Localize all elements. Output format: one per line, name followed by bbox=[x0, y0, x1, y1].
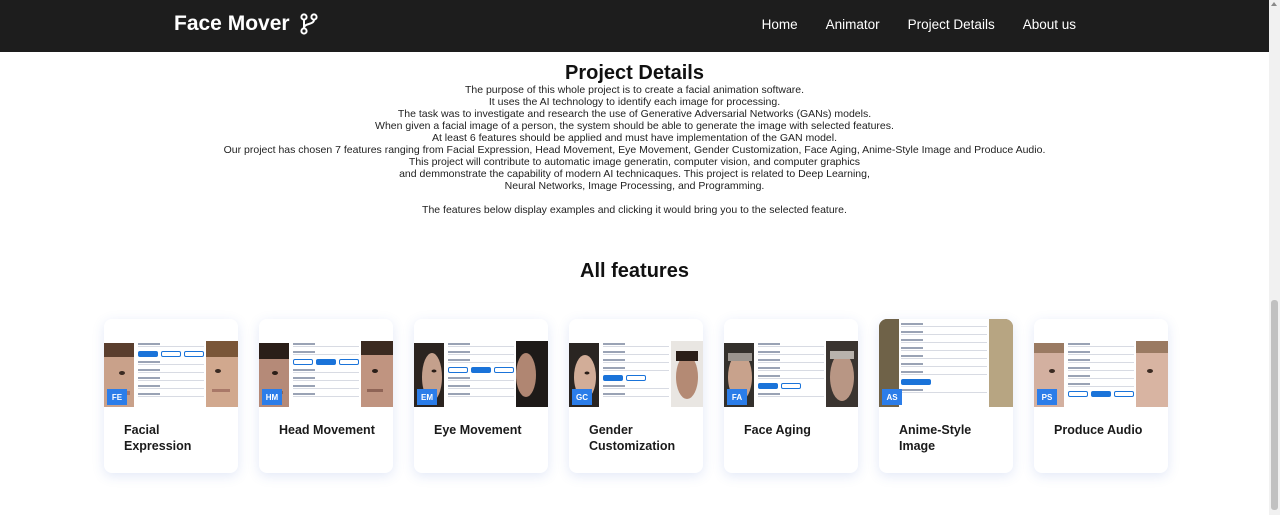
feature-card-produce-audio[interactable]: PS Produce Audio bbox=[1034, 319, 1168, 473]
feature-thumbnail: AS bbox=[879, 319, 1013, 407]
feature-card-anime-style-image[interactable]: AS Anime-Style Image bbox=[879, 319, 1013, 473]
feature-card-head-movement[interactable]: HM Head Movement bbox=[259, 319, 393, 473]
description-line: At least 6 features should be applied an… bbox=[431, 132, 838, 144]
description-line: This project will contribute to automati… bbox=[408, 156, 861, 168]
feature-card-label: Produce Audio bbox=[1054, 423, 1143, 437]
ui-settings-panel bbox=[136, 339, 206, 407]
description-line: The task was to investigate and research… bbox=[397, 108, 872, 120]
all-features-title: All features bbox=[580, 260, 689, 282]
feature-thumbnail: FA bbox=[724, 319, 858, 407]
vertical-scrollbar[interactable] bbox=[1269, 0, 1280, 515]
feature-thumbnail: GC bbox=[569, 319, 703, 407]
ui-settings-panel bbox=[756, 339, 826, 407]
face-photo-right bbox=[826, 341, 858, 407]
face-photo-right bbox=[671, 341, 703, 407]
feature-card-label: Facial Expression bbox=[124, 423, 192, 453]
ui-settings-panel bbox=[899, 319, 989, 407]
nav-link-project-details[interactable]: Project Details bbox=[908, 17, 995, 32]
feature-card-label: Gender Customization bbox=[589, 423, 676, 453]
description-line: Neural Networks, Image Processing, and P… bbox=[504, 180, 765, 192]
description-line: Our project has chosen 7 features rangin… bbox=[223, 144, 1046, 156]
feature-card-label: Head Movement bbox=[279, 423, 375, 437]
description-line: When given a facial image of a person, t… bbox=[375, 120, 894, 132]
face-photo-right bbox=[1136, 341, 1168, 407]
feature-badge: GC bbox=[572, 389, 592, 405]
ui-settings-panel bbox=[446, 339, 516, 407]
features-note: The features below display examples and … bbox=[422, 204, 847, 216]
scroll-up-arrow-icon[interactable] bbox=[1271, 2, 1277, 6]
feature-thumbnail: FE bbox=[104, 319, 238, 407]
feature-badge: EM bbox=[417, 389, 437, 405]
feature-card-eye-movement[interactable]: EM Eye Movement bbox=[414, 319, 548, 473]
feature-thumbnail: HM bbox=[259, 319, 393, 407]
feature-badge: FE bbox=[107, 389, 127, 405]
project-details-title: Project Details bbox=[565, 62, 704, 84]
nav-link-animator[interactable]: Animator bbox=[826, 17, 880, 32]
description-line: The purpose of this whole project is to … bbox=[464, 84, 805, 96]
face-photo-right bbox=[516, 341, 548, 407]
top-navbar: Face Mover Home Animator Project Details… bbox=[0, 0, 1269, 52]
feature-card-face-aging[interactable]: FA Face Aging bbox=[724, 319, 858, 473]
feature-badge: PS bbox=[1037, 389, 1057, 405]
feature-thumbnail: PS bbox=[1034, 319, 1168, 407]
feature-card-label: Anime-Style Image bbox=[899, 423, 972, 453]
brand-name: Face Mover bbox=[174, 12, 290, 35]
feature-card-label: Face Aging bbox=[744, 423, 811, 437]
brand-logo[interactable]: Face Mover bbox=[174, 12, 318, 36]
feature-card-label: Eye Movement bbox=[434, 423, 522, 437]
feature-thumbnail: EM bbox=[414, 319, 548, 407]
description-line: and demmonstrate the capability of moder… bbox=[399, 168, 870, 180]
nav-link-about-us[interactable]: About us bbox=[1023, 17, 1076, 32]
feature-card-facial-expression[interactable]: FE Facial Expression bbox=[104, 319, 238, 473]
feature-badge: FA bbox=[727, 389, 747, 405]
feature-badge: HM bbox=[262, 389, 282, 405]
ui-settings-panel bbox=[291, 339, 361, 407]
ui-settings-panel bbox=[601, 339, 671, 407]
scrollbar-thumb[interactable] bbox=[1271, 300, 1278, 510]
nav-link-home[interactable]: Home bbox=[762, 17, 798, 32]
git-fork-icon bbox=[299, 13, 318, 35]
face-photo-right bbox=[206, 341, 238, 407]
description-line: It uses the AI technology to identify ea… bbox=[488, 96, 781, 108]
face-photo-right bbox=[361, 341, 393, 407]
feature-badge: AS bbox=[882, 389, 902, 405]
feature-card-gender-customization[interactable]: GC Gender Customization bbox=[569, 319, 703, 473]
nav-menu: Home Animator Project Details About us bbox=[762, 17, 1076, 32]
ui-settings-panel bbox=[1066, 339, 1136, 407]
feature-cards: FE Facial Expression HM Head Movement EM… bbox=[104, 319, 1168, 473]
project-details-section: Project Details The purpose of this whol… bbox=[0, 62, 1269, 216]
